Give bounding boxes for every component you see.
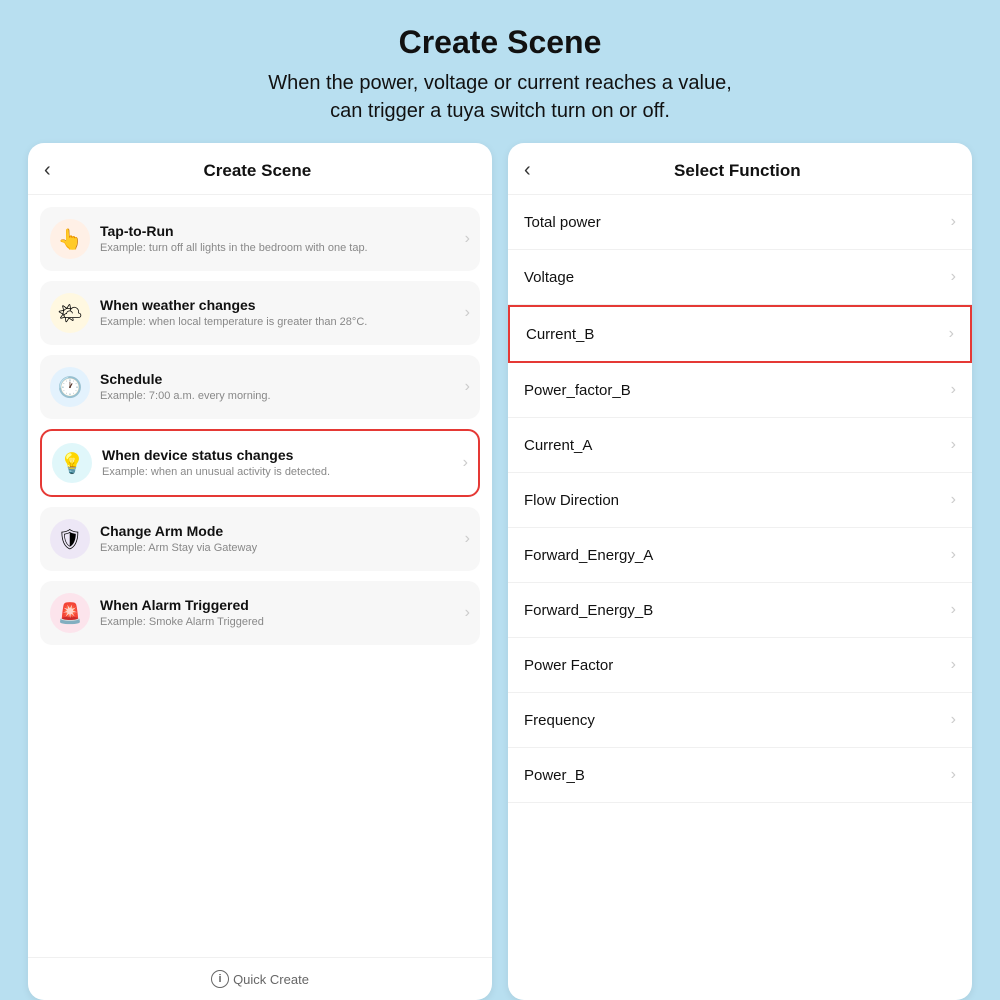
scene-text: Schedule Example: 7:00 a.m. every mornin… (100, 371, 459, 403)
function-item[interactable]: Current_B › (508, 305, 972, 363)
function-name: Forward_Energy_B (524, 602, 653, 619)
panel-footer: i Quick Create (28, 957, 492, 1000)
function-item[interactable]: Power_factor_B › (508, 363, 972, 418)
scene-icon: 👆 (50, 219, 90, 259)
function-chevron-icon: › (949, 325, 954, 343)
function-item[interactable]: Voltage › (508, 250, 972, 305)
left-back-button[interactable]: ‹ (44, 159, 51, 182)
function-name: Voltage (524, 269, 574, 286)
quick-create-button[interactable]: i Quick Create (40, 970, 480, 988)
scene-item[interactable]: 💡 When device status changes Example: wh… (40, 429, 480, 497)
function-item[interactable]: Power Factor › (508, 638, 972, 693)
scene-text: When device status changes Example: when… (102, 447, 457, 479)
scene-item[interactable]: 🕐 Schedule Example: 7:00 a.m. every morn… (40, 355, 480, 419)
scene-name: When weather changes (100, 297, 459, 313)
scene-desc: Example: Smoke Alarm Triggered (100, 615, 459, 629)
subtitle: When the power, voltage or current reach… (40, 69, 960, 125)
function-chevron-icon: › (951, 213, 956, 231)
scene-icon: 🌤 (50, 293, 90, 333)
chevron-right-icon: › (465, 530, 470, 548)
scene-item[interactable]: 👆 Tap-to-Run Example: turn off all light… (40, 207, 480, 271)
scene-name: Schedule (100, 371, 459, 387)
header-section: Create Scene When the power, voltage or … (0, 0, 1000, 143)
scene-item[interactable]: 🚨 When Alarm Triggered Example: Smoke Al… (40, 581, 480, 645)
function-name: Current_A (524, 437, 592, 454)
chevron-right-icon: › (463, 454, 468, 472)
quick-create-label: Quick Create (233, 972, 309, 987)
chevron-right-icon: › (465, 604, 470, 622)
right-panel-header: ‹ Select Function (508, 143, 972, 195)
scene-list: 👆 Tap-to-Run Example: turn off all light… (28, 195, 492, 957)
function-chevron-icon: › (951, 268, 956, 286)
function-name: Power Factor (524, 657, 613, 674)
function-item[interactable]: Power_B › (508, 748, 972, 803)
scene-name: Tap-to-Run (100, 223, 459, 239)
right-back-button[interactable]: ‹ (524, 159, 531, 182)
scene-desc: Example: when local temperature is great… (100, 315, 459, 329)
create-scene-panel: ‹ Create Scene 👆 Tap-to-Run Example: tur… (28, 143, 492, 1000)
function-item[interactable]: Frequency › (508, 693, 972, 748)
scene-desc: Example: 7:00 a.m. every morning. (100, 389, 459, 403)
scene-name: When Alarm Triggered (100, 597, 459, 613)
page-title: Create Scene (40, 24, 960, 61)
scene-icon: 🚨 (50, 593, 90, 633)
function-chevron-icon: › (951, 766, 956, 784)
scene-desc: Example: turn off all lights in the bedr… (100, 241, 459, 255)
scene-icon: 🛡 (50, 519, 90, 559)
scene-desc: Example: Arm Stay via Gateway (100, 541, 459, 555)
function-chevron-icon: › (951, 381, 956, 399)
chevron-right-icon: › (465, 304, 470, 322)
scene-text: Change Arm Mode Example: Arm Stay via Ga… (100, 523, 459, 555)
function-name: Flow Direction (524, 492, 619, 509)
function-chevron-icon: › (951, 546, 956, 564)
function-name: Current_B (526, 326, 594, 343)
function-name: Forward_Energy_A (524, 547, 653, 564)
select-function-panel: ‹ Select Function Total power › Voltage … (508, 143, 972, 1000)
scene-text: When Alarm Triggered Example: Smoke Alar… (100, 597, 459, 629)
left-panel-header: ‹ Create Scene (28, 143, 492, 195)
function-chevron-icon: › (951, 711, 956, 729)
function-name: Frequency (524, 712, 595, 729)
function-item[interactable]: Forward_Energy_B › (508, 583, 972, 638)
scene-item[interactable]: 🛡 Change Arm Mode Example: Arm Stay via … (40, 507, 480, 571)
function-item[interactable]: Total power › (508, 195, 972, 250)
scene-item[interactable]: 🌤 When weather changes Example: when loc… (40, 281, 480, 345)
function-name: Power_B (524, 767, 585, 784)
function-item[interactable]: Current_A › (508, 418, 972, 473)
scene-icon: 🕐 (50, 367, 90, 407)
scene-icon: 💡 (52, 443, 92, 483)
function-chevron-icon: › (951, 601, 956, 619)
function-chevron-icon: › (951, 656, 956, 674)
chevron-right-icon: › (465, 230, 470, 248)
function-chevron-icon: › (951, 436, 956, 454)
right-panel-title: Select Function (539, 161, 936, 181)
function-list: Total power › Voltage › Current_B › Powe… (508, 195, 972, 1000)
function-name: Power_factor_B (524, 382, 631, 399)
quick-create-icon: i (211, 970, 229, 988)
scene-name: When device status changes (102, 447, 457, 463)
scene-desc: Example: when an unusual activity is det… (102, 465, 457, 479)
left-panel-title: Create Scene (59, 161, 456, 181)
function-chevron-icon: › (951, 491, 956, 509)
function-item[interactable]: Forward_Energy_A › (508, 528, 972, 583)
chevron-right-icon: › (465, 378, 470, 396)
panels-row: ‹ Create Scene 👆 Tap-to-Run Example: tur… (0, 143, 1000, 1000)
function-name: Total power (524, 214, 601, 231)
scene-name: Change Arm Mode (100, 523, 459, 539)
scene-text: When weather changes Example: when local… (100, 297, 459, 329)
scene-text: Tap-to-Run Example: turn off all lights … (100, 223, 459, 255)
function-item[interactable]: Flow Direction › (508, 473, 972, 528)
